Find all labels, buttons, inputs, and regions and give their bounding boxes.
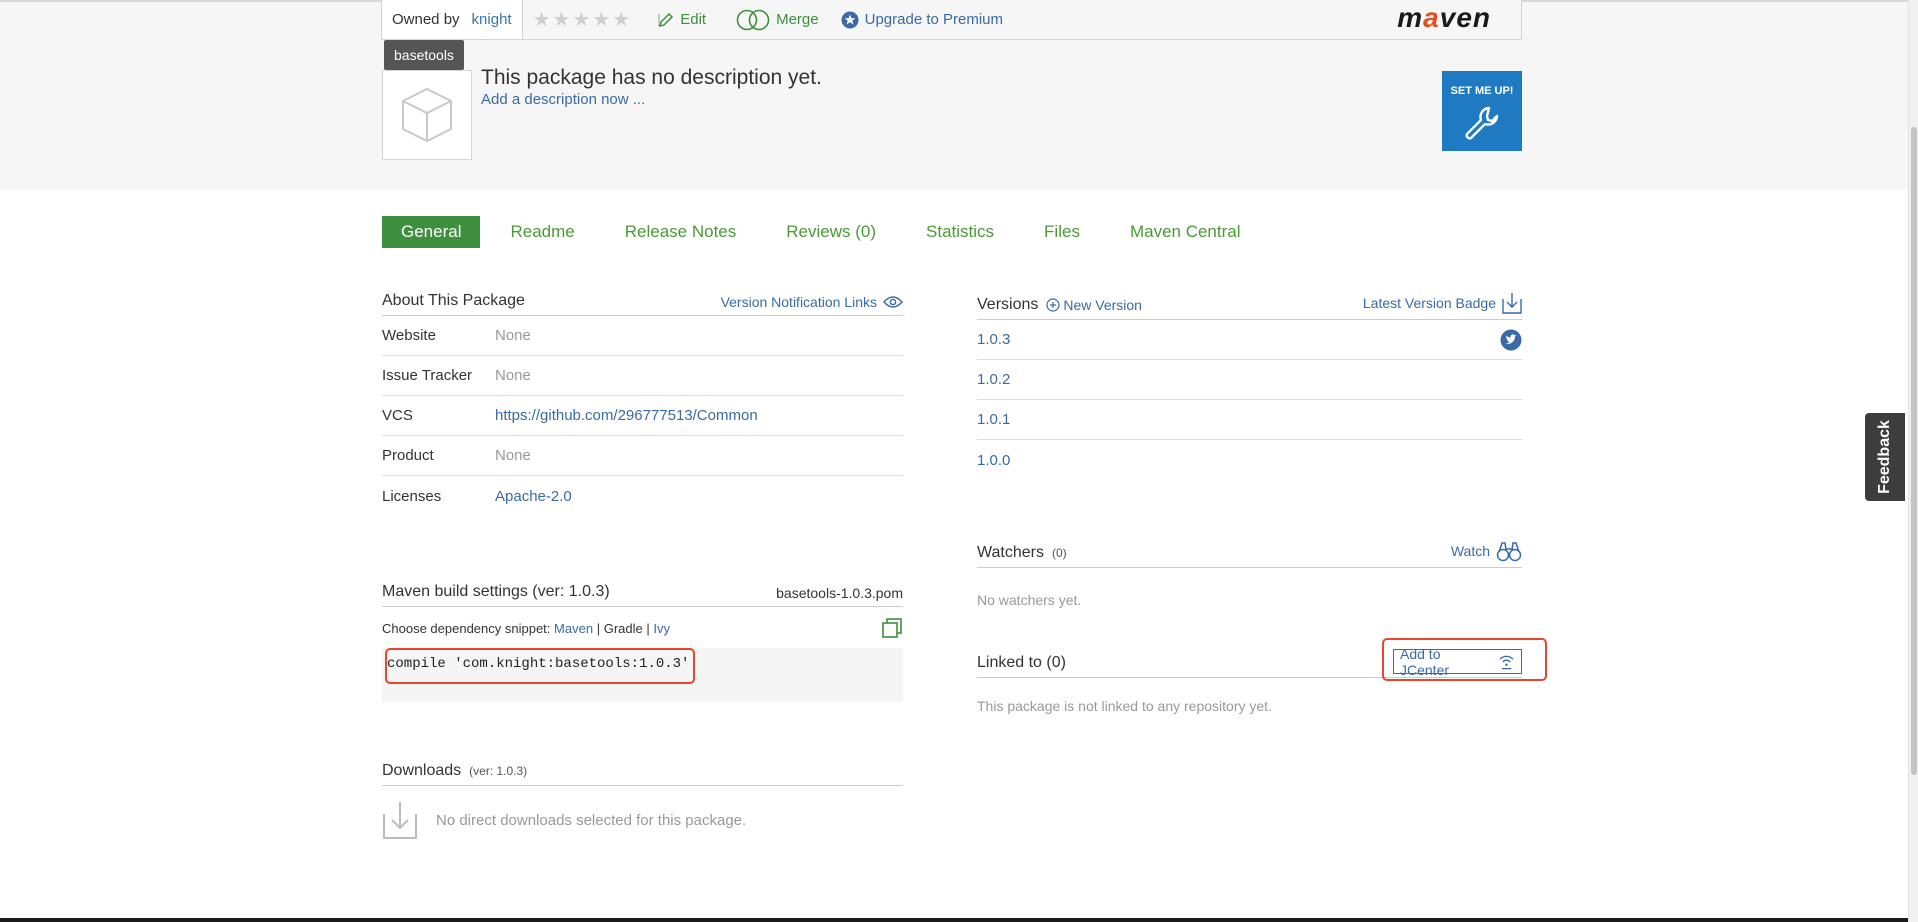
snippet-highlight: [385, 648, 695, 684]
edit-label: Edit: [680, 11, 707, 28]
linked-empty: This package is not linked to any reposi…: [977, 698, 1272, 714]
downloads-title: Downloads: [382, 762, 462, 779]
watchers-header: Watchers (0) Watch: [977, 540, 1522, 568]
pom-file-link[interactable]: basetools-1.0.3.pom: [776, 585, 903, 601]
version-row: 1.0.3: [977, 320, 1522, 360]
pencil-icon: [658, 12, 674, 27]
version-link-1-0-1[interactable]: 1.0.1: [977, 411, 1010, 428]
package-box-icon: [382, 70, 472, 160]
versions-section: Versions New Version Latest Version Badg…: [977, 292, 1522, 480]
tab-maven-central[interactable]: Maven Central: [1130, 222, 1241, 242]
build-settings-section: Maven build settings (ver: 1.0.3) baseto…: [382, 583, 903, 639]
watchers-empty: No watchers yet.: [977, 592, 1082, 608]
twitter-icon[interactable]: [1500, 329, 1522, 351]
download-box-icon: [383, 802, 417, 839]
about-row-issue-tracker: Issue Tracker None: [382, 356, 903, 396]
upgrade-label: Upgrade to Premium: [864, 11, 1004, 28]
version-link-1-0-2[interactable]: 1.0.2: [977, 371, 1010, 388]
owner-link[interactable]: knight: [472, 11, 512, 28]
download-badge-icon: [1502, 293, 1522, 314]
about-row-licenses: Licenses Apache-2.0: [382, 487, 572, 505]
tab-readme[interactable]: Readme: [510, 222, 574, 242]
jcenter-highlight: [1382, 638, 1547, 681]
vcs-link[interactable]: https://github.com/296777513/Common: [495, 407, 758, 424]
tab-release-notes[interactable]: Release Notes: [625, 222, 737, 242]
eye-icon: [883, 296, 903, 308]
license-link[interactable]: Apache-2.0: [495, 488, 572, 505]
edit-button[interactable]: Edit: [658, 11, 706, 28]
plus-circle-icon: [1046, 298, 1060, 312]
feedback-label: Feedback: [1876, 420, 1893, 494]
downloads-empty-text: No direct downloads selected for this pa…: [436, 811, 747, 829]
scrollbar-thumb[interactable]: [1911, 127, 1917, 775]
add-description-link[interactable]: Add a description now ...: [481, 91, 645, 108]
maven-logo: maven: [1397, 2, 1491, 33]
build-settings-header: Maven build settings (ver: 1.0.3) baseto…: [382, 583, 903, 607]
upgrade-premium-link[interactable]: Upgrade to Premium: [841, 11, 1003, 29]
star-badge-icon: [841, 11, 859, 28]
new-version-link[interactable]: New Version: [1046, 297, 1142, 313]
tab-files[interactable]: Files: [1044, 222, 1080, 242]
snippet-option-gradle[interactable]: Gradle: [604, 621, 643, 636]
rating-stars[interactable]: ★★★★★: [533, 7, 633, 32]
copy-icon[interactable]: [881, 617, 903, 639]
about-row-product: Product None: [382, 436, 903, 476]
merge-button[interactable]: Merge: [736, 9, 819, 31]
latest-version-badge-link[interactable]: Latest Version Badge: [1363, 292, 1522, 314]
wrench-icon: [1465, 106, 1499, 140]
package-name-tag: basetools: [384, 40, 464, 79]
version-row: 1.0.2: [977, 360, 1522, 400]
version-row: 1.0.0: [977, 440, 1522, 480]
binoculars-icon: [1496, 542, 1522, 562]
snippet-option-maven[interactable]: Maven: [554, 621, 593, 636]
feedback-tab[interactable]: Feedback: [1865, 413, 1905, 501]
about-section: About This Package Version Notification …: [382, 292, 903, 516]
package-tabs: General Readme Release Notes Reviews (0)…: [382, 216, 1291, 248]
watchers-section: Watchers (0) Watch No watchers yet.: [977, 540, 1522, 608]
versions-header: Versions New Version Latest Version Badg…: [977, 292, 1522, 320]
merge-icon: [736, 9, 770, 30]
tab-general[interactable]: General: [382, 216, 481, 248]
owner-box: Owned by knight: [382, 0, 523, 39]
snippet-chooser: Choose dependency snippet: Maven | Gradl…: [382, 617, 903, 639]
build-settings-title: Maven build settings (ver: 1.0.3): [382, 583, 610, 600]
merge-label: Merge: [776, 11, 819, 28]
about-header: About This Package Version Notification …: [382, 292, 903, 316]
downloads-empty: No direct downloads selected for this pa…: [382, 800, 903, 840]
watch-button[interactable]: Watch: [1451, 540, 1522, 562]
about-row-vcs: VCS https://github.com/296777513/Common: [382, 396, 903, 436]
snippet-option-ivy[interactable]: Ivy: [653, 621, 670, 636]
downloads-header: Downloads (ver: 1.0.3): [382, 762, 903, 786]
watchers-count: (0): [1051, 546, 1067, 560]
about-title: About This Package: [382, 292, 525, 309]
version-link-1-0-0[interactable]: 1.0.0: [977, 452, 1010, 469]
bottom-border: [0, 918, 1908, 922]
set-me-up-button[interactable]: SET ME UP!: [1442, 71, 1522, 151]
linked-title: Linked to (0): [977, 654, 1066, 671]
set-me-up-label: SET ME UP!: [1450, 85, 1514, 97]
about-row-website: Website None: [382, 316, 903, 356]
version-row: 1.0.1: [977, 400, 1522, 440]
owner-action-bar: Owned by knight ★★★★★ Edit Merge Upgrade…: [381, 0, 1522, 40]
package-description: This package has no description yet.: [481, 66, 822, 89]
tab-reviews[interactable]: Reviews (0): [786, 222, 876, 242]
downloads-section: Downloads (ver: 1.0.3) No direct download…: [382, 762, 903, 840]
choose-snippet-label: Choose dependency snippet:: [382, 620, 551, 636]
versions-title: Versions: [977, 296, 1039, 313]
version-notification-link[interactable]: Version Notification Links: [721, 294, 903, 310]
version-link-1-0-3[interactable]: 1.0.3: [977, 331, 1010, 348]
watchers-title: Watchers: [977, 544, 1044, 561]
downloads-version: (ver: 1.0.3): [469, 764, 528, 778]
tab-statistics[interactable]: Statistics: [926, 222, 994, 242]
owned-by-label: Owned by: [392, 11, 460, 28]
